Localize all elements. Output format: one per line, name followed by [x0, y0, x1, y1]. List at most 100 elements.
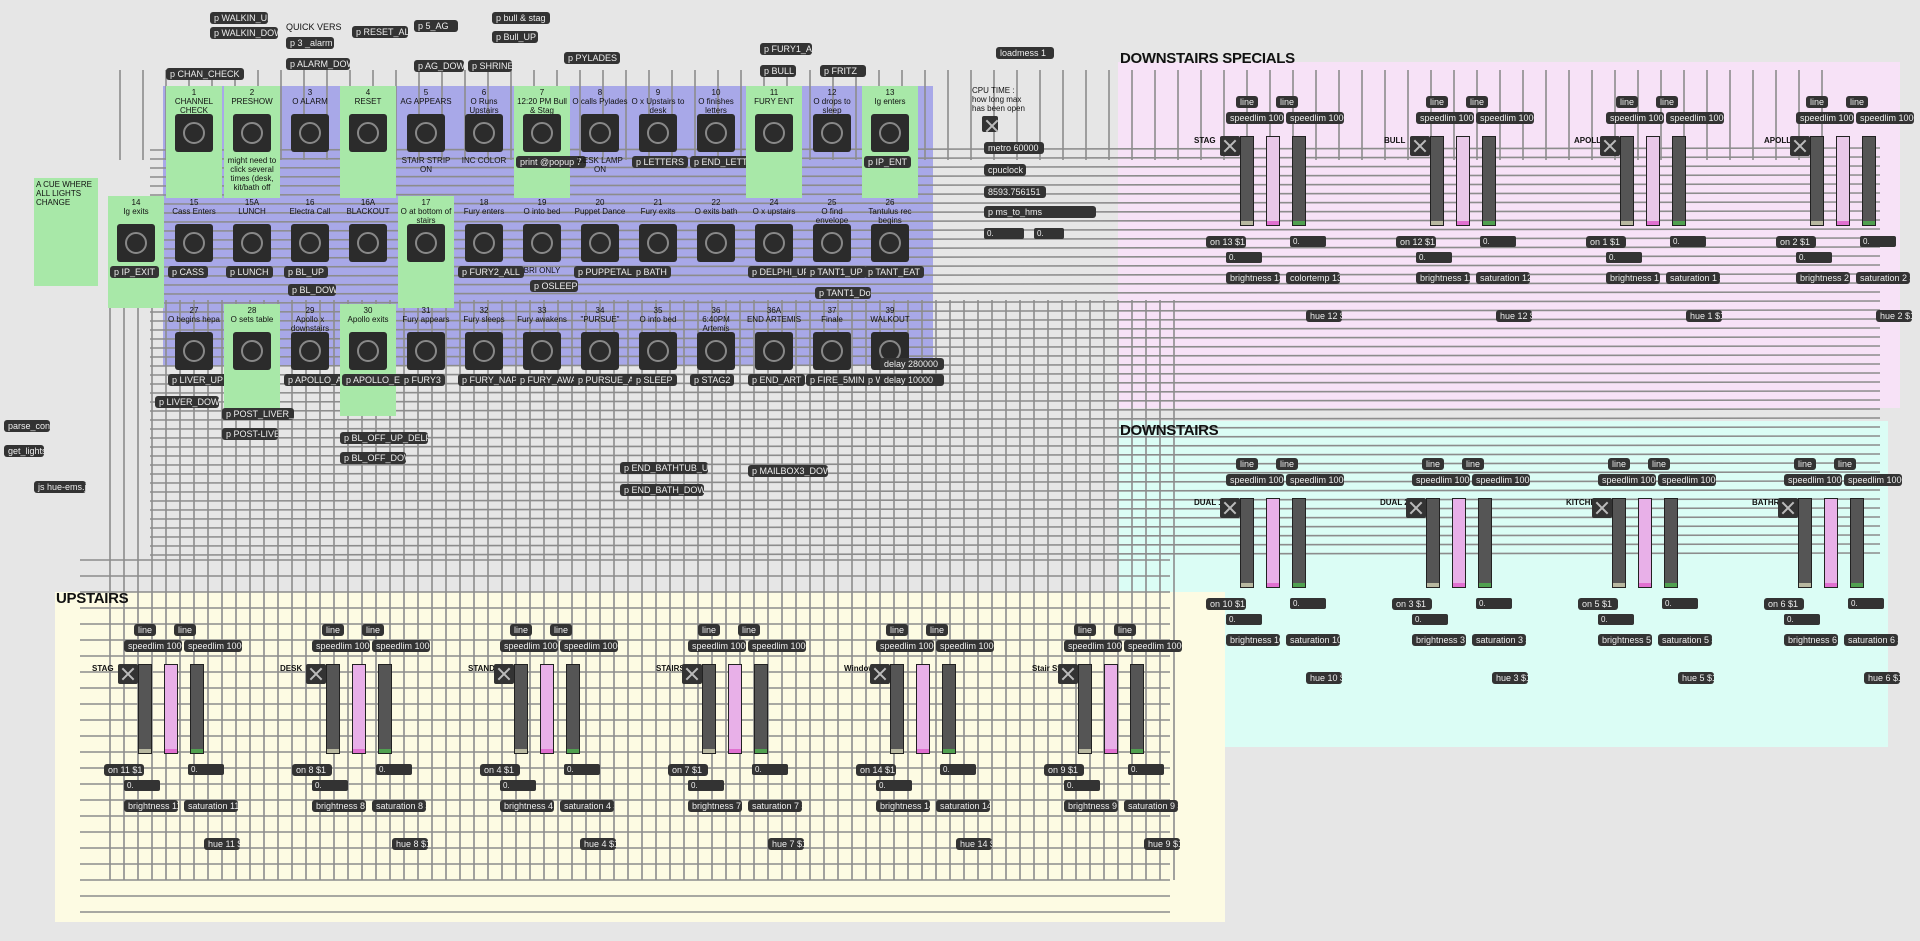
downstairs-bathroom-fader-brightness[interactable]: [1798, 498, 1812, 588]
upstairs-stag-num-2[interactable]: 0.: [188, 764, 224, 775]
object-parse-config[interactable]: parse_config: [4, 420, 50, 432]
upstairs-stairs-on-message[interactable]: on 7 $1: [668, 764, 708, 776]
cue-sub[interactable]: p IP_EXIT: [110, 266, 160, 278]
upstairs-window-strip-line-object[interactable]: line: [926, 624, 948, 636]
upstairs-stair-strip-fader-hue[interactable]: [1130, 664, 1144, 754]
upstairs-stag-fader-brightness[interactable]: [138, 664, 152, 754]
specials-bull-line-object[interactable]: line: [1466, 96, 1488, 108]
specials-apollo-clos-num[interactable]: 0.: [1796, 252, 1832, 263]
object-p-reset-all[interactable]: p RESET_ALL: [352, 26, 408, 38]
cue-go-button[interactable]: [407, 224, 445, 262]
cue-go-button[interactable]: [523, 332, 561, 370]
cue-sub[interactable]: p FIRE_5MIN: [806, 374, 869, 386]
downstairs-bathroom-speedlim[interactable]: speedlim 1000: [1784, 474, 1842, 486]
object-p-osleep[interactable]: p OSLEEP: [530, 280, 578, 292]
upstairs-desk-on-message[interactable]: on 8 $1: [292, 764, 332, 776]
object-p-bull-up[interactable]: p Bull_UP: [492, 31, 538, 43]
specials-stag-line-object[interactable]: line: [1276, 96, 1298, 108]
cue-sub[interactable]: p SLEEP: [632, 374, 677, 386]
cue-go-button[interactable]: [523, 114, 561, 152]
object-p-walkin-up[interactable]: p WALKIN_UP: [210, 12, 268, 24]
upstairs-stair-strip-secondary[interactable]: saturation 9 $1: [1124, 800, 1178, 812]
object-p-end-bathtub-up[interactable]: p END_BATHTUB_UP: [620, 462, 708, 474]
downstairs-dual-1-brightness[interactable]: brightness 10 $1: [1226, 634, 1280, 646]
downstairs-dual-1-num[interactable]: 0.: [1226, 614, 1262, 625]
upstairs-desk-speedlim-2[interactable]: speedlim 1000: [372, 640, 430, 652]
downstairs-kitchen-line-object[interactable]: line: [1648, 458, 1670, 470]
downstairs-dual-1-fader-hue[interactable]: [1292, 498, 1306, 588]
upstairs-window-strip-secondary[interactable]: saturation 14 $1: [936, 800, 990, 812]
cue-go-button[interactable]: [349, 224, 387, 262]
downstairs-dual-1-num-2[interactable]: 0.: [1290, 598, 1326, 609]
downstairs-bathroom-speedlim-2[interactable]: speedlim 1000: [1844, 474, 1902, 486]
upstairs-stairs-fader-hue[interactable]: [754, 664, 768, 754]
upstairs-standing-num[interactable]: 0.: [500, 780, 536, 791]
downstairs-dual-2-fader-saturation[interactable]: [1452, 498, 1466, 588]
downstairs-dual-1-fader-brightness[interactable]: [1240, 498, 1254, 588]
object-p-pylades[interactable]: p PYLADES: [564, 52, 620, 64]
upstairs-stair-strip-speedlim[interactable]: speedlim 1000: [1064, 640, 1122, 652]
cue-sub[interactable]: p CASS: [168, 266, 209, 278]
upstairs-standing-line-object[interactable]: line: [550, 624, 572, 636]
downstairs-dual-2-fader-hue[interactable]: [1478, 498, 1492, 588]
cue-sub[interactable]: p IP_ENT: [864, 156, 912, 168]
upstairs-stair-strip-num-2[interactable]: 0.: [1128, 764, 1164, 775]
upstairs-window-strip-hue[interactable]: hue 14 $1: [956, 838, 992, 850]
specials-apollo-clos-hue[interactable]: hue 2 $1: [1876, 310, 1912, 322]
upstairs-stag-line-object[interactable]: line: [174, 624, 196, 636]
object-p-bull-stag[interactable]: p bull & stag: [492, 12, 550, 24]
downstairs-bathroom-hue[interactable]: hue 6 $1: [1864, 672, 1900, 684]
upstairs-stair-strip-line-object[interactable]: line: [1074, 624, 1096, 636]
upstairs-stairs-brightness[interactable]: brightness 7 $1: [688, 800, 742, 812]
cue-go-button[interactable]: [175, 224, 213, 262]
cue-sub[interactable]: p END_ART: [748, 374, 806, 386]
cue-go-button[interactable]: [755, 114, 793, 152]
downstairs-dual-1-secondary[interactable]: saturation 10 $1: [1286, 634, 1340, 646]
upstairs-desk-line-object[interactable]: line: [362, 624, 384, 636]
upstairs-desk-fader-brightness[interactable]: [326, 664, 340, 754]
downstairs-bathroom-on-toggle[interactable]: [1778, 498, 1798, 518]
upstairs-desk-line-object[interactable]: line: [322, 624, 344, 636]
upstairs-standing-speedlim-2[interactable]: speedlim 1000: [560, 640, 618, 652]
cue-go-button[interactable]: [813, 224, 851, 262]
ms-to-hms-object[interactable]: p ms_to_hms: [984, 206, 1096, 218]
specials-apollo-on-toggle[interactable]: [1600, 136, 1620, 156]
cue-sub[interactable]: p LETTERS: [632, 156, 689, 168]
specials-apollo-clos-speedlim[interactable]: speedlim 1000: [1796, 112, 1854, 124]
upstairs-desk-brightness[interactable]: brightness 8 $1: [312, 800, 366, 812]
specials-bull-fader-brightness[interactable]: [1430, 136, 1444, 226]
upstairs-window-strip-fader-brightness[interactable]: [890, 664, 904, 754]
downstairs-kitchen-fader-brightness[interactable]: [1612, 498, 1626, 588]
specials-bull-on-toggle[interactable]: [1410, 136, 1430, 156]
upstairs-standing-speedlim[interactable]: speedlim 1000: [500, 640, 558, 652]
specials-apollo-clos-num-2[interactable]: 0.: [1860, 236, 1896, 247]
cue-sub[interactable]: p FURY_NAP: [458, 374, 522, 386]
metro-object[interactable]: metro 60000: [984, 142, 1044, 154]
specials-apollo-hue[interactable]: hue 1 $1: [1686, 310, 1722, 322]
cue-sub[interactable]: p FURY3: [400, 374, 445, 386]
downstairs-kitchen-secondary[interactable]: saturation 5 $1: [1658, 634, 1712, 646]
upstairs-window-strip-speedlim[interactable]: speedlim 1000: [876, 640, 934, 652]
upstairs-desk-speedlim[interactable]: speedlim 1000: [312, 640, 370, 652]
cue-go-button[interactable]: [233, 224, 271, 262]
upstairs-window-strip-fader-saturation[interactable]: [916, 664, 930, 754]
upstairs-standing-num-2[interactable]: 0.: [564, 764, 600, 775]
downstairs-dual-1-speedlim[interactable]: speedlim 1000: [1226, 474, 1284, 486]
object-p-ag-down[interactable]: p AG_DOWN: [414, 60, 464, 72]
specials-bull-brightness[interactable]: brightness 12 $1: [1416, 272, 1470, 284]
specials-apollo-brightness[interactable]: brightness 1 $1: [1606, 272, 1660, 284]
downstairs-kitchen-fader-hue[interactable]: [1664, 498, 1678, 588]
specials-bull-num-2[interactable]: 0.: [1480, 236, 1516, 247]
downstairs-dual-2-on-toggle[interactable]: [1406, 498, 1426, 518]
object-p-bl-off-down[interactable]: p BL_OFF_DOWN: [340, 452, 406, 464]
cue-go-button[interactable]: [117, 224, 155, 262]
specials-apollo-fader-brightness[interactable]: [1620, 136, 1634, 226]
specials-stag-fader-hue[interactable]: [1292, 136, 1306, 226]
object-p-bl-down[interactable]: p BL_DOWN: [288, 284, 336, 296]
cue-go-button[interactable]: [813, 332, 851, 370]
upstairs-stairs-line-object[interactable]: line: [738, 624, 760, 636]
specials-stag-num[interactable]: 0.: [1226, 252, 1262, 263]
upstairs-stag-brightness[interactable]: brightness 11 $1: [124, 800, 178, 812]
specials-apollo-clos-fader-brightness[interactable]: [1810, 136, 1824, 226]
downstairs-kitchen-fader-saturation[interactable]: [1638, 498, 1652, 588]
